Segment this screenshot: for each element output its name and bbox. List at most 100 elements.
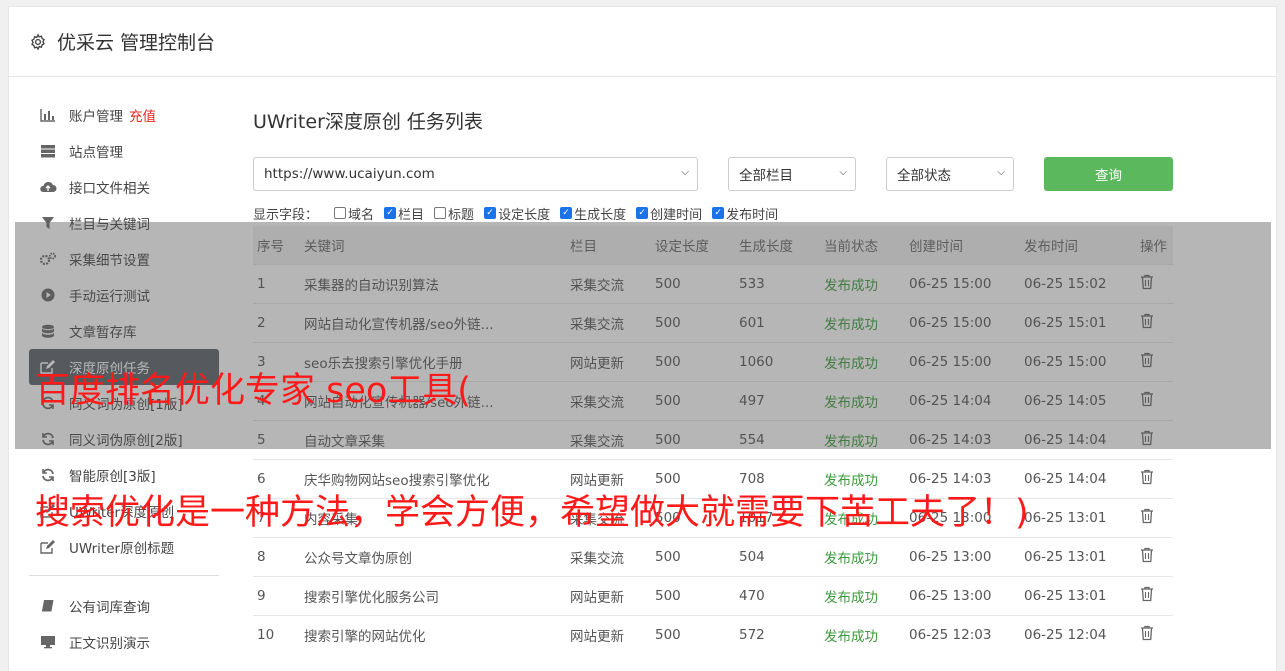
trash-icon[interactable] (1140, 508, 1154, 528)
sidebar-item-label: 正文识别演示 (69, 636, 150, 652)
column-select[interactable]: 全部栏目 ⌵ (728, 157, 856, 191)
published-time-cell: 06-25 13:01 (1020, 497, 1136, 537)
table-row: 8 公众号文章伪原创 采集交流 500 504 发布成功 06-25 13:00 06-25 … (253, 536, 1173, 576)
created-time-cell: 06-25 12:03 (905, 614, 1020, 654)
cloud-upload-icon (39, 180, 57, 194)
actions-cell (1136, 614, 1173, 654)
actions-cell (1136, 497, 1173, 537)
status-cell: 发布成功 (820, 575, 905, 615)
status-select[interactable]: 全部状态 ⌵ (886, 157, 1014, 191)
bar-chart-icon (39, 108, 57, 122)
checkbox-icon: ✓ (484, 207, 497, 219)
checkbox-icon (334, 207, 347, 219)
published-time-cell: 06-25 14:04 (1020, 458, 1136, 498)
field-checkbox[interactable]: ✓ 设定长度 (484, 204, 550, 223)
field-checkbox[interactable]: ✓ 创建时间 (636, 204, 702, 223)
site-select-value: https://www.ucaiyun.com (264, 166, 435, 182)
row-index: 9 (253, 575, 300, 615)
field-checkbox-label: 发布时间 (726, 207, 779, 223)
book-icon (39, 599, 57, 613)
gen-length-cell: 470 (735, 575, 820, 615)
field-checkbox-label: 栏目 (398, 207, 425, 223)
overlay-subline: 搜索优化是一种方法，学会方便，希望做大就需要下苦工夫了！) (35, 493, 1029, 533)
actions-cell (1136, 536, 1173, 576)
status-select-value: 全部状态 (897, 168, 951, 184)
keyword-cell: 搜索引擎的网站优化 (300, 614, 566, 654)
checkbox-icon: ✓ (560, 207, 573, 219)
sidebar-item[interactable]: 站点管理 (29, 133, 219, 169)
recharge-link[interactable]: 充值 (129, 105, 156, 125)
set-length-cell: 500 (651, 536, 735, 576)
actions-cell (1136, 458, 1173, 498)
field-checkbox[interactable]: 域名 (334, 204, 374, 223)
trash-icon[interactable] (1140, 469, 1154, 489)
set-length-cell: 500 (651, 614, 735, 654)
display-fields: 显示字段： 域名 ✓ 栏目 标题 ✓ 设定长度 ✓ 生成长度 ✓ 创建时间 ✓ 发布时间 (253, 203, 1173, 223)
column-cell: 网站更新 (566, 614, 651, 654)
field-checkbox[interactable]: ✓ 发布时间 (712, 204, 778, 223)
set-length-cell: 500 (651, 575, 735, 615)
gen-length-cell: 572 (735, 614, 820, 654)
sidebar-item-label: 账户管理 (69, 109, 123, 125)
monitor-icon (39, 635, 57, 649)
trash-icon[interactable] (1140, 586, 1154, 606)
actions-cell (1136, 575, 1173, 615)
overlay-headline: 百度排名优化专家 seo工具( (35, 371, 471, 411)
dark-overlay (15, 222, 1271, 449)
server-icon (39, 144, 57, 158)
published-time-cell: 06-25 13:01 (1020, 536, 1136, 576)
checkbox-icon: ✓ (712, 207, 725, 219)
trash-icon[interactable] (1140, 625, 1154, 645)
sidebar-item-label: 公有词库查询 (69, 600, 150, 616)
sidebar-item-label: 智能原创[3版] (69, 469, 156, 485)
field-checkbox[interactable]: 标题 (434, 204, 474, 223)
row-index: 8 (253, 536, 300, 576)
header: 优采云 管理控制台 (9, 7, 1276, 77)
published-time-cell: 06-25 13:01 (1020, 575, 1136, 615)
sidebar-item[interactable]: 公有词库查询 (29, 588, 219, 624)
column-select-value: 全部栏目 (739, 168, 793, 184)
field-checkbox-label: 标题 (448, 207, 475, 223)
chevron-down-icon: ⌵ (839, 167, 847, 178)
table-row: 10 搜索引擎的网站优化 网站更新 500 572 发布成功 06-25 12:03 06-2… (253, 614, 1173, 654)
chevron-down-icon: ⌵ (997, 167, 1005, 178)
sidebar-item-label: UWriter原创标题 (69, 541, 175, 557)
field-checkbox[interactable]: ✓ 生成长度 (560, 204, 626, 223)
column-cell: 网站更新 (566, 575, 651, 615)
sidebar-item[interactable]: 正文识别演示 (29, 624, 219, 660)
query-button[interactable]: 查询 (1044, 157, 1173, 191)
sidebar-item[interactable]: 账户管理 充值 (29, 97, 219, 133)
sidebar-item-label: 接口文件相关 (69, 181, 150, 197)
gear-icon (29, 32, 47, 51)
created-time-cell: 06-25 13:00 (905, 575, 1020, 615)
keyword-cell: 搜索引擎优化服务公司 (300, 575, 566, 615)
sidebar-item-label: 站点管理 (69, 145, 123, 161)
status-cell: 发布成功 (820, 614, 905, 654)
field-checkbox-label: 域名 (348, 207, 375, 223)
checkbox-icon (434, 207, 447, 219)
table-row: 9 搜索引擎优化服务公司 网站更新 500 470 发布成功 06-25 13:00 06-2… (253, 575, 1173, 615)
filter-bar: https://www.ucaiyun.com ⌵ 全部栏目 ⌵ 全部状态 ⌵ … (253, 157, 1173, 191)
gen-length-cell: 504 (735, 536, 820, 576)
page-title: 优采云 管理控制台 (57, 32, 216, 54)
edit-icon (39, 540, 57, 554)
site-select[interactable]: https://www.ucaiyun.com ⌵ (253, 157, 698, 191)
row-index: 10 (253, 614, 300, 654)
column-cell: 采集交流 (566, 536, 651, 576)
created-time-cell: 06-25 13:00 (905, 536, 1020, 576)
chevron-down-icon: ⌵ (681, 167, 689, 178)
checkbox-icon: ✓ (384, 207, 397, 219)
field-checkbox[interactable]: ✓ 栏目 (384, 204, 424, 223)
field-checkbox-label: 设定长度 (498, 207, 551, 223)
field-checkbox-label: 创建时间 (650, 207, 703, 223)
status-cell: 发布成功 (820, 536, 905, 576)
task-list-title: UWriter深度原创 任务列表 (253, 111, 483, 133)
sidebar-divider (29, 575, 219, 576)
published-time-cell: 06-25 12:04 (1020, 614, 1136, 654)
field-checkbox-label: 生成长度 (574, 207, 627, 223)
trash-icon[interactable] (1140, 547, 1154, 567)
refresh-icon (39, 468, 57, 482)
keyword-cell: 公众号文章伪原创 (300, 536, 566, 576)
sidebar-item[interactable]: 接口文件相关 (29, 169, 219, 205)
display-fields-label: 显示字段： (253, 207, 319, 223)
